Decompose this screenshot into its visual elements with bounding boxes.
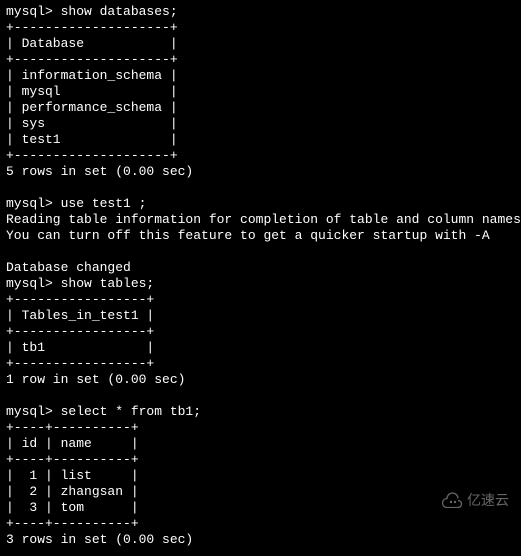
watermark: 亿速云: [441, 492, 509, 508]
output-line: You can turn off this feature to get a q…: [6, 228, 515, 244]
command-line: mysql> use test1 ;: [6, 196, 515, 212]
output-line: +-----------------+: [6, 324, 515, 340]
output-line: +--------------------+: [6, 20, 515, 36]
output-line: +--------------------+: [6, 148, 515, 164]
output-line: | tb1 |: [6, 340, 515, 356]
output-line: +----+----------+: [6, 452, 515, 468]
output-line: | mysql |: [6, 84, 515, 100]
output-line: +-----------------+: [6, 356, 515, 372]
output-line: 3 rows in set (0.00 sec): [6, 532, 515, 548]
output-line: | Tables_in_test1 |: [6, 308, 515, 324]
output-line: 5 rows in set (0.00 sec): [6, 164, 515, 180]
output-line: +----+----------+: [6, 420, 515, 436]
output-line: | test1 |: [6, 132, 515, 148]
blank-line: [6, 180, 515, 196]
output-line: Reading table information for completion…: [6, 212, 515, 228]
output-line: +----+----------+: [6, 516, 515, 532]
output-line: 1 row in set (0.00 sec): [6, 372, 515, 388]
output-line: | performance_schema |: [6, 100, 515, 116]
output-line: Database changed: [6, 260, 515, 276]
output-line: +-----------------+: [6, 292, 515, 308]
output-line: | 3 | tom |: [6, 500, 515, 516]
output-line: | 1 | list |: [6, 468, 515, 484]
command-text: select * from tb1;: [61, 404, 201, 419]
watermark-text: 亿速云: [467, 492, 509, 508]
command-text: show databases;: [61, 4, 178, 19]
prompt: mysql>: [6, 404, 61, 419]
output-line: | 2 | zhangsan |: [6, 484, 515, 500]
command-line: mysql> show databases;: [6, 4, 515, 20]
terminal-output: mysql> show databases;+-----------------…: [0, 0, 521, 552]
output-line: | sys |: [6, 116, 515, 132]
blank-line: [6, 244, 515, 260]
command-line: mysql> show tables;: [6, 276, 515, 292]
cloud-icon: [441, 492, 463, 508]
output-line: | Database |: [6, 36, 515, 52]
command-text: show tables;: [61, 276, 155, 291]
output-line: | information_schema |: [6, 68, 515, 84]
prompt: mysql>: [6, 196, 61, 211]
output-line: +--------------------+: [6, 52, 515, 68]
command-line: mysql> select * from tb1;: [6, 404, 515, 420]
prompt: mysql>: [6, 276, 61, 291]
blank-line: [6, 388, 515, 404]
output-line: | id | name |: [6, 436, 515, 452]
prompt: mysql>: [6, 4, 61, 19]
command-text: use test1 ;: [61, 196, 147, 211]
